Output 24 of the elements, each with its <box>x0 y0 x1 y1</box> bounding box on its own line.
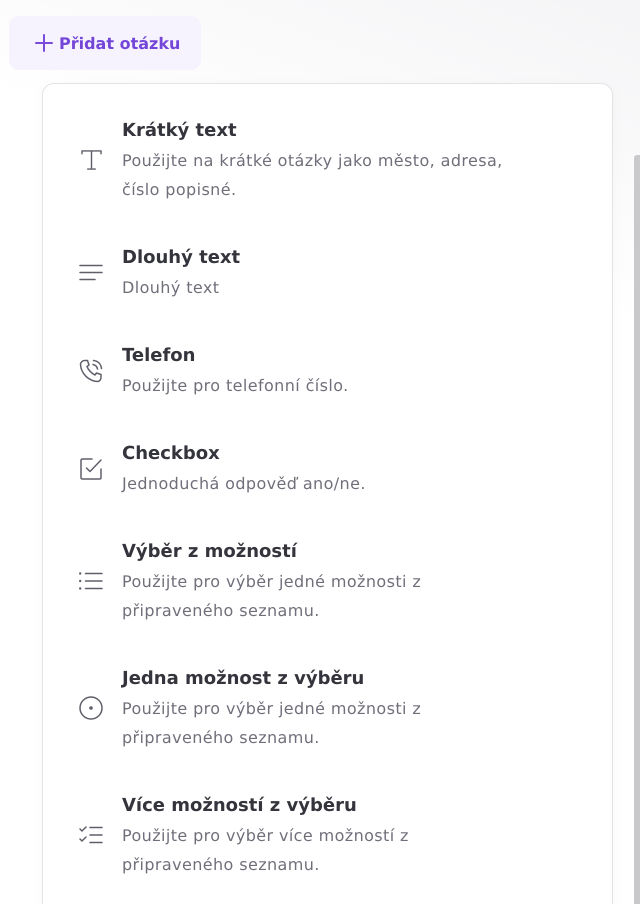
question-type-title[interactable]: Dlouhý text <box>122 243 517 273</box>
phone-icon <box>79 358 103 382</box>
text-type-icon <box>80 150 102 170</box>
add-question-button[interactable]: Přidat otázku <box>9 16 201 70</box>
question-type-title[interactable]: Více možností z výběru <box>122 791 517 821</box>
question-type-description: Použijte pro výběr více možností z připraveného seznamu. <box>122 825 410 876</box>
question-type-title[interactable]: Telefon <box>122 341 517 371</box>
question-type-description: Použijte pro výběr jedné možnosti z připraveného seznamu. <box>122 571 422 622</box>
bulleted-list-icon <box>79 572 103 590</box>
plus-icon <box>35 34 53 52</box>
checklist-icon <box>79 826 103 844</box>
question-type-title[interactable]: Jedna možnost z výběru <box>122 664 517 694</box>
scrollbar-thumb[interactable] <box>634 155 640 904</box>
question-type-title[interactable]: Krátký text <box>122 116 517 146</box>
question-type-title[interactable]: Výběr z možností <box>122 537 517 567</box>
question-type-description: Použijte pro výběr jedné možnosti z připraveného seznamu. <box>122 698 422 749</box>
text-lines-icon <box>79 264 103 281</box>
radio-button-icon <box>79 696 103 720</box>
question-type-description: Dlouhý text <box>122 277 220 299</box>
checkbox-icon <box>79 456 103 480</box>
question-type-description: Jednoduchá odpověď ano/ne. <box>122 473 367 495</box>
question-type-description: Použijte na krátké otázky jako město, adresa, číslo popisné. <box>122 150 504 201</box>
question-type-description: Použijte pro telefonní číslo. <box>122 375 350 397</box>
question-type-title[interactable]: Checkbox <box>122 439 517 469</box>
